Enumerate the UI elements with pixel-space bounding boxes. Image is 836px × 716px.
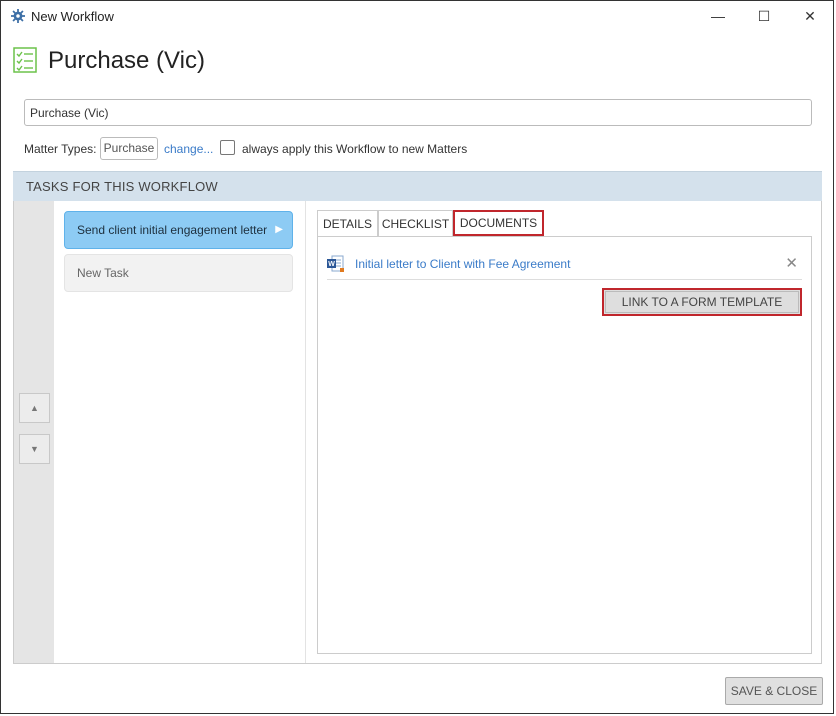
task-item-new-task[interactable]: New Task <box>64 254 293 292</box>
always-apply-checkbox[interactable] <box>220 140 235 155</box>
tab-documents[interactable]: DOCUMENTS <box>453 210 544 236</box>
title-bar: New Workflow — ☐ ✕ <box>1 1 833 31</box>
task-list: Send client initial engagement letter ▶ … <box>54 201 305 663</box>
gear-icon <box>11 9 25 23</box>
maximize-button[interactable]: ☐ <box>741 1 787 31</box>
button-inner-border <box>605 291 799 313</box>
matter-types-label: Matter Types: <box>24 142 97 156</box>
move-task-up-button[interactable]: ▲ <box>19 393 50 423</box>
tab-checklist[interactable]: CHECKLIST <box>378 210 453 236</box>
divider <box>305 201 306 663</box>
window-title: New Workflow <box>31 9 114 24</box>
documents-panel: W Initial letter to Client with Fee Agre… <box>317 236 812 654</box>
save-close-button[interactable]: SAVE & CLOSE <box>725 677 823 705</box>
reorder-strip: ▲ ▼ <box>14 201 54 663</box>
task-label: New Task <box>77 266 129 280</box>
tasks-section-title: TASKS FOR THIS WORKFLOW <box>26 179 218 194</box>
svg-text:W: W <box>328 261 335 268</box>
move-task-down-button[interactable]: ▼ <box>19 434 50 464</box>
matter-type-value: Purchase <box>100 137 158 160</box>
always-apply-label: always apply this Workflow to new Matter… <box>242 142 468 156</box>
link-form-template-button[interactable]: LINK TO A FORM TEMPLATE <box>602 288 802 316</box>
tasks-workspace: ▲ ▼ Send client initial engagement lette… <box>13 201 822 664</box>
minimize-button[interactable]: — <box>695 1 741 31</box>
workflow-name-input[interactable] <box>24 99 812 126</box>
page-title: Purchase (Vic) <box>48 47 205 74</box>
remove-document-icon[interactable]: ✕ <box>785 254 798 272</box>
change-matter-types-link[interactable]: change... <box>164 142 213 156</box>
close-button[interactable]: ✕ <box>787 1 833 31</box>
checklist-icon <box>13 47 37 73</box>
task-item-send-client-letter[interactable]: Send client initial engagement letter ▶ <box>64 211 293 249</box>
word-document-icon: W <box>327 255 344 272</box>
tasks-section-header: TASKS FOR THIS WORKFLOW <box>13 171 822 201</box>
tab-details[interactable]: DETAILS <box>317 210 378 236</box>
document-item: W Initial letter to Client with Fee Agre… <box>327 253 802 280</box>
chevron-right-icon: ▶ <box>275 224 283 235</box>
task-label: Send client initial engagement letter <box>77 223 268 237</box>
document-link[interactable]: Initial letter to Client with Fee Agreem… <box>355 257 570 271</box>
